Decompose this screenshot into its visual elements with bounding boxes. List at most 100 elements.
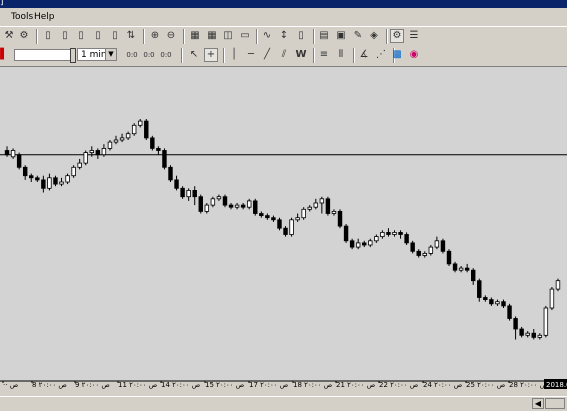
candle [107,140,113,151]
zoom-out-icon[interactable]: ⊖ [164,29,178,43]
cursor-icon[interactable]: ↕ [277,29,291,43]
stop-icon[interactable]: ▌ [0,48,11,62]
brush-icon[interactable]: ✎ [351,29,365,43]
cube-icon[interactable]: ◈ [367,29,381,43]
fan-icon[interactable]: ∡ [357,48,371,62]
candle [259,211,264,218]
candle [501,299,506,308]
candle [507,303,512,321]
candle-body [519,328,524,336]
candle [35,175,40,182]
candle-body [216,196,222,200]
panel-icon[interactable]: ▭ [238,29,252,43]
candle-body [446,250,452,265]
export-icon[interactable]: ⇅ [124,29,138,43]
line-icon[interactable]: ∿ [260,29,274,43]
timeframe-select[interactable]: 1 min ▼ [77,48,117,61]
candle-body [513,318,518,330]
candle-body [307,206,312,210]
candle [156,146,161,155]
timeframe-value: 1 min [81,50,107,60]
x-tick-label: 25 ۲۰:۰۰ ص [466,381,505,389]
x-tick-label: 18 ۲۰:۰۰ ص [293,381,332,389]
chevron-down-icon[interactable]: ▼ [105,49,116,60]
indicator-icon[interactable]: 0:0 [158,48,174,62]
toolbar-drawing: ▌ 1 min ▼ 0:0 0:0 0:0 ↖ + │ ─ ╱ ⫽ W ≡ ⦀ … [0,46,567,66]
toolbar-separator [183,29,185,44]
candle [325,196,331,216]
channel-icon[interactable]: ⫽ [277,48,291,62]
candle-body [228,204,234,208]
candle [434,236,440,250]
candle-body [331,210,337,214]
candle [162,148,167,170]
candle-body [398,231,403,235]
candle-body [495,301,500,305]
color-icon[interactable]: ◉ [407,48,421,62]
fan-icon[interactable]: ⋰ [374,48,388,62]
window-icon[interactable]: ◫ [221,29,235,43]
candle [16,152,22,170]
candle-body [507,305,512,319]
horizontal-line-icon[interactable]: ─ [244,48,258,62]
toolbar-separator [313,29,315,44]
candle-body [265,215,270,219]
candle [404,232,409,245]
candle-body [95,150,101,156]
slider-thumb[interactable] [70,48,76,63]
candle-body [289,219,294,235]
gear-icon[interactable]: ⚙ [390,29,404,43]
scroll-left-icon[interactable]: ◀ [532,398,544,409]
chart-area[interactable]: ·· ص 8 ۲۰:۰۰ ص 9 ۲۰:۰۰ ص 11 ۲۰:۰۰ ص 14 ۲۰:۰۰… [0,66,567,389]
x-tick-label: 14 ۲۰:۰۰ ص [161,381,200,389]
candle [374,234,379,243]
chart-icon[interactable]: ▤ [317,29,331,43]
menu-tools[interactable]: Tools [11,12,33,22]
doc-icon[interactable]: ▯ [108,29,122,43]
candle-body [501,301,506,307]
toolbar-separator [181,48,183,63]
indicator-icon[interactable]: 0:0 [124,48,140,62]
candle-body [71,166,76,177]
zoom-in-icon[interactable]: ⊕ [148,29,162,43]
candle [138,119,143,128]
trend-line-icon[interactable]: ╱ [260,48,274,62]
candle [253,198,258,216]
horizontal-scrollbar[interactable]: ◀ [0,396,567,411]
candle [180,186,185,199]
candle-body [59,181,64,185]
palette-icon[interactable]: ▩ [390,48,404,62]
candle [144,119,149,140]
cursor-arrow-icon[interactable]: ↖ [187,48,201,62]
candle [83,150,88,166]
candle [319,196,325,214]
script-icon[interactable]: ⚙ [17,29,31,43]
candle [204,203,210,214]
candle-body [210,198,216,206]
tool-icon[interactable]: ⚒ [2,29,16,43]
new-doc-icon[interactable]: ▯ [41,29,55,43]
x-tick-label: 22 ۲۰:۰۰ ص [379,381,418,389]
list-icon[interactable]: ☰ [407,29,421,43]
tile-icon[interactable]: ▦ [205,29,219,43]
fibo-icon[interactable]: ⦀ [334,48,348,62]
scroll-thumb[interactable] [545,398,565,409]
object-icon[interactable]: ▯ [294,29,308,43]
menu-help[interactable]: Help [34,12,55,22]
tile-icon[interactable]: ▦ [188,29,202,43]
indicator-icon[interactable]: 0:0 [141,48,157,62]
vertical-line-icon[interactable]: │ [227,48,241,62]
candle [29,173,34,182]
candle [71,165,76,178]
lines-icon[interactable]: ≡ [317,48,331,62]
save-icon[interactable]: ▣ [334,29,348,43]
candle [216,194,222,201]
zoom-slider[interactable] [14,48,76,63]
wave-icon[interactable]: W [294,48,308,62]
doc-icon[interactable]: ▯ [58,29,72,43]
crosshair-icon[interactable]: + [204,48,218,62]
candle [410,240,415,254]
price-chart[interactable]: ·· ص 8 ۲۰:۰۰ ص 9 ۲۰:۰۰ ص 11 ۲۰:۰۰ ص 14 ۲۰:۰۰… [0,67,567,397]
doc-icon[interactable]: ▯ [74,29,88,43]
doc-icon[interactable]: ▯ [91,29,105,43]
